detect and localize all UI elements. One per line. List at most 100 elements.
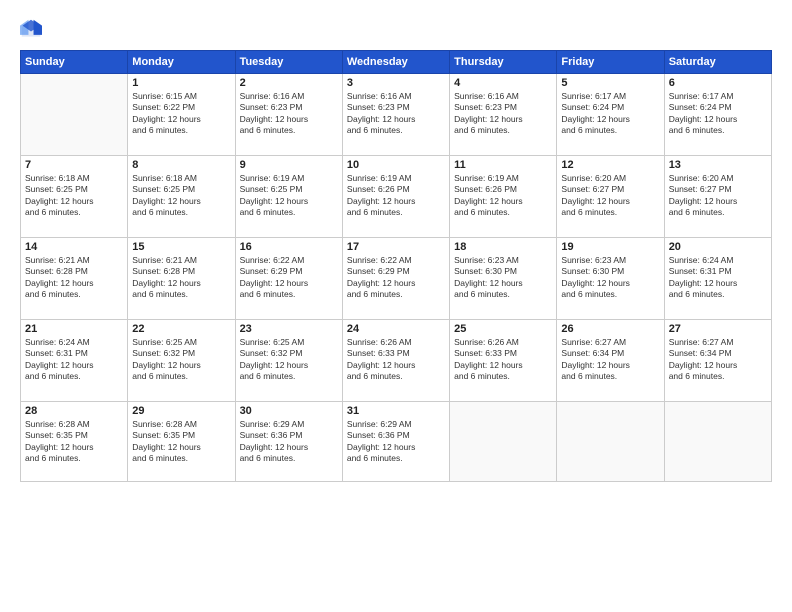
day-info: Sunrise: 6:23 AM Sunset: 6:30 PM Dayligh… (454, 255, 552, 301)
day-info: Sunrise: 6:19 AM Sunset: 6:26 PM Dayligh… (454, 173, 552, 219)
day-number: 1 (132, 77, 230, 89)
calendar-cell: 31Sunrise: 6:29 AM Sunset: 6:36 PM Dayli… (342, 402, 449, 482)
day-info: Sunrise: 6:24 AM Sunset: 6:31 PM Dayligh… (25, 337, 123, 383)
calendar-cell: 24Sunrise: 6:26 AM Sunset: 6:33 PM Dayli… (342, 320, 449, 402)
calendar-cell: 3Sunrise: 6:16 AM Sunset: 6:23 PM Daylig… (342, 74, 449, 156)
day-info: Sunrise: 6:28 AM Sunset: 6:35 PM Dayligh… (25, 419, 123, 465)
day-number: 27 (669, 323, 767, 335)
logo-icon (20, 18, 42, 40)
day-number: 6 (669, 77, 767, 89)
day-info: Sunrise: 6:23 AM Sunset: 6:30 PM Dayligh… (561, 255, 659, 301)
day-number: 18 (454, 241, 552, 253)
calendar-cell: 4 Sunrise: 6:16 AM Sunset: 6:23 PM Daylig… (450, 74, 557, 156)
calendar-cell: 12Sunrise: 6:20 AM Sunset: 6:27 PM Dayli… (557, 156, 664, 238)
calendar-cell: 2Sunrise: 6:16 AM Sunset: 6:23 PM Daylig… (235, 74, 342, 156)
calendar-cell: 15 Sunrise: 6:21 AM Sunset: 6:28 PM Dayli… (128, 238, 235, 320)
day-number: 13 (669, 159, 767, 171)
day-info: Sunrise: 6:17 AM Sunset: 6:24 PM Dayligh… (669, 91, 767, 137)
calendar-cell: 30 Sunrise: 6:29 AM Sunset: 6:36 PM Dayli… (235, 402, 342, 482)
day-info: Sunrise: 6:26 AM Sunset: 6:33 PM Dayligh… (454, 337, 552, 383)
calendar-cell: 1 Sunrise: 6:15 AM Sunset: 6:22 PM Daylig… (128, 74, 235, 156)
day-number: 28 (25, 405, 123, 417)
week-row-2: 14 Sunrise: 6:21 AM Sunset: 6:28 PM Dayli… (21, 238, 772, 320)
weekday-header-friday: Friday (557, 51, 664, 74)
day-info: Sunrise: 6:29 AM Sunset: 6:36 PM Dayligh… (240, 419, 338, 465)
day-number: 14 (25, 241, 123, 253)
calendar-cell: 9 Sunrise: 6:19 AM Sunset: 6:25 PM Daylig… (235, 156, 342, 238)
calendar-cell: 10 Sunrise: 6:19 AM Sunset: 6:26 PM Dayli… (342, 156, 449, 238)
calendar-cell: 17 Sunrise: 6:22 AM Sunset: 6:29 PM Dayli… (342, 238, 449, 320)
day-info: Sunrise: 6:19 AM Sunset: 6:25 PM Dayligh… (240, 173, 338, 219)
day-info: Sunrise: 6:17 AM Sunset: 6:24 PM Dayligh… (561, 91, 659, 137)
day-number: 19 (561, 241, 659, 253)
calendar-cell: 5Sunrise: 6:17 AM Sunset: 6:24 PM Daylig… (557, 74, 664, 156)
day-number: 30 (240, 405, 338, 417)
calendar-cell: 22 Sunrise: 6:25 AM Sunset: 6:32 PM Dayli… (128, 320, 235, 402)
day-number: 29 (132, 405, 230, 417)
day-info: Sunrise: 6:15 AM Sunset: 6:22 PM Dayligh… (132, 91, 230, 137)
day-number: 21 (25, 323, 123, 335)
calendar-cell: 16 Sunrise: 6:22 AM Sunset: 6:29 PM Dayli… (235, 238, 342, 320)
calendar-page: SundayMondayTuesdayWednesdayThursdayFrid… (0, 0, 792, 612)
day-info: Sunrise: 6:21 AM Sunset: 6:28 PM Dayligh… (132, 255, 230, 301)
day-info: Sunrise: 6:28 AM Sunset: 6:35 PM Dayligh… (132, 419, 230, 465)
calendar-table: SundayMondayTuesdayWednesdayThursdayFrid… (20, 50, 772, 482)
day-info: Sunrise: 6:22 AM Sunset: 6:29 PM Dayligh… (240, 255, 338, 301)
day-info: Sunrise: 6:16 AM Sunset: 6:23 PM Dayligh… (454, 91, 552, 137)
day-number: 22 (132, 323, 230, 335)
calendar-cell: 18 Sunrise: 6:23 AM Sunset: 6:30 PM Dayli… (450, 238, 557, 320)
weekday-header-wednesday: Wednesday (342, 51, 449, 74)
weekday-header-tuesday: Tuesday (235, 51, 342, 74)
calendar-cell: 29 Sunrise: 6:28 AM Sunset: 6:35 PM Dayli… (128, 402, 235, 482)
day-number: 17 (347, 241, 445, 253)
weekday-header-saturday: Saturday (664, 51, 771, 74)
day-info: Sunrise: 6:18 AM Sunset: 6:25 PM Dayligh… (25, 173, 123, 219)
day-info: Sunrise: 6:24 AM Sunset: 6:31 PM Dayligh… (669, 255, 767, 301)
calendar-cell: 21 Sunrise: 6:24 AM Sunset: 6:31 PM Dayli… (21, 320, 128, 402)
day-info: Sunrise: 6:25 AM Sunset: 6:32 PM Dayligh… (132, 337, 230, 383)
week-row-4: 28 Sunrise: 6:28 AM Sunset: 6:35 PM Dayli… (21, 402, 772, 482)
day-number: 15 (132, 241, 230, 253)
calendar-cell: 8 Sunrise: 6:18 AM Sunset: 6:25 PM Daylig… (128, 156, 235, 238)
day-info: Sunrise: 6:16 AM Sunset: 6:23 PM Dayligh… (347, 91, 445, 137)
calendar-cell: 26 Sunrise: 6:27 AM Sunset: 6:34 PM Dayli… (557, 320, 664, 402)
logo (20, 18, 46, 40)
calendar-cell: 14 Sunrise: 6:21 AM Sunset: 6:28 PM Dayli… (21, 238, 128, 320)
calendar-cell (21, 74, 128, 156)
day-number: 23 (240, 323, 338, 335)
weekday-header-monday: Monday (128, 51, 235, 74)
week-row-0: 1 Sunrise: 6:15 AM Sunset: 6:22 PM Daylig… (21, 74, 772, 156)
calendar-cell: 20 Sunrise: 6:24 AM Sunset: 6:31 PM Dayli… (664, 238, 771, 320)
weekday-header-row: SundayMondayTuesdayWednesdayThursdayFrid… (21, 51, 772, 74)
day-info: Sunrise: 6:21 AM Sunset: 6:28 PM Dayligh… (25, 255, 123, 301)
calendar-cell: 19 Sunrise: 6:23 AM Sunset: 6:30 PM Dayli… (557, 238, 664, 320)
day-number: 24 (347, 323, 445, 335)
week-row-1: 7 Sunrise: 6:18 AM Sunset: 6:25 PM Daylig… (21, 156, 772, 238)
day-number: 11 (454, 159, 552, 171)
calendar-cell: 7 Sunrise: 6:18 AM Sunset: 6:25 PM Daylig… (21, 156, 128, 238)
week-row-3: 21 Sunrise: 6:24 AM Sunset: 6:31 PM Dayli… (21, 320, 772, 402)
day-number: 4 (454, 77, 552, 89)
weekday-header-sunday: Sunday (21, 51, 128, 74)
day-info: Sunrise: 6:27 AM Sunset: 6:34 PM Dayligh… (561, 337, 659, 383)
calendar-cell: 6 Sunrise: 6:17 AM Sunset: 6:24 PM Daylig… (664, 74, 771, 156)
calendar-cell: 13Sunrise: 6:20 AM Sunset: 6:27 PM Dayli… (664, 156, 771, 238)
day-number: 8 (132, 159, 230, 171)
day-number: 20 (669, 241, 767, 253)
calendar-cell: 28 Sunrise: 6:28 AM Sunset: 6:35 PM Dayli… (21, 402, 128, 482)
day-number: 2 (240, 77, 338, 89)
day-number: 25 (454, 323, 552, 335)
day-info: Sunrise: 6:19 AM Sunset: 6:26 PM Dayligh… (347, 173, 445, 219)
day-number: 9 (240, 159, 338, 171)
calendar-cell: 23Sunrise: 6:25 AM Sunset: 6:32 PM Dayli… (235, 320, 342, 402)
day-info: Sunrise: 6:18 AM Sunset: 6:25 PM Dayligh… (132, 173, 230, 219)
day-number: 7 (25, 159, 123, 171)
calendar-cell: 27Sunrise: 6:27 AM Sunset: 6:34 PM Dayli… (664, 320, 771, 402)
day-number: 31 (347, 405, 445, 417)
day-info: Sunrise: 6:22 AM Sunset: 6:29 PM Dayligh… (347, 255, 445, 301)
weekday-header-thursday: Thursday (450, 51, 557, 74)
day-number: 16 (240, 241, 338, 253)
day-number: 10 (347, 159, 445, 171)
day-number: 26 (561, 323, 659, 335)
calendar-cell: 11 Sunrise: 6:19 AM Sunset: 6:26 PM Dayli… (450, 156, 557, 238)
